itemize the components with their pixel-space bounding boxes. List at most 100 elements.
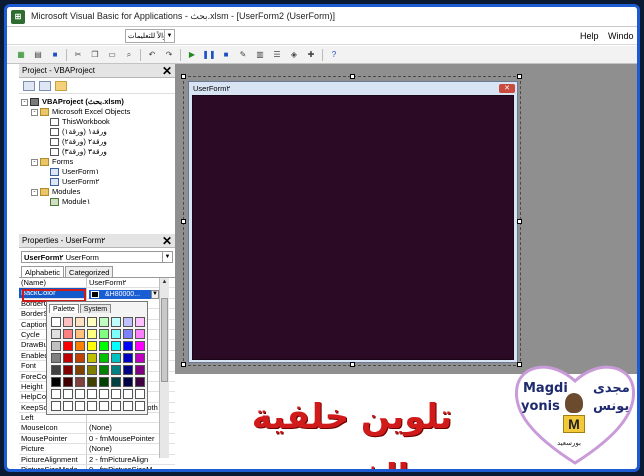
color-swatch[interactable] bbox=[111, 401, 121, 411]
color-swatch[interactable] bbox=[99, 401, 109, 411]
resize-handle[interactable] bbox=[517, 74, 522, 79]
tree-item[interactable]: ورقة٣ (ورقة٣) bbox=[21, 147, 175, 157]
properties-scrollbar[interactable]: ▲ bbox=[159, 278, 169, 458]
color-swatch[interactable] bbox=[135, 329, 145, 339]
color-swatch[interactable] bbox=[63, 341, 73, 351]
color-swatch[interactable] bbox=[51, 317, 61, 327]
color-swatch[interactable] bbox=[75, 389, 85, 399]
color-swatch[interactable] bbox=[135, 317, 145, 327]
color-swatch[interactable] bbox=[135, 389, 145, 399]
property-row[interactable]: PictureAlignment 2 - fmPictureAlign bbox=[19, 454, 175, 466]
view-object-icon[interactable] bbox=[39, 80, 51, 91]
color-swatch[interactable] bbox=[123, 341, 133, 351]
insert-userform-icon[interactable]: ▤ bbox=[32, 49, 44, 61]
color-swatch[interactable] bbox=[111, 329, 121, 339]
property-value[interactable]: 0 - fmPictureSizeM bbox=[87, 465, 159, 469]
color-swatch[interactable] bbox=[111, 341, 121, 351]
color-swatch[interactable] bbox=[111, 377, 121, 387]
color-swatch[interactable] bbox=[123, 317, 133, 327]
userform-window[interactable]: UserForm٢ ✕ bbox=[188, 81, 518, 363]
design-mode-icon[interactable]: ✎ bbox=[237, 49, 249, 61]
color-swatch[interactable] bbox=[75, 401, 85, 411]
resize-handle[interactable] bbox=[181, 74, 186, 79]
collapse-icon[interactable]: - bbox=[31, 158, 38, 166]
tab-system[interactable]: System bbox=[79, 304, 112, 313]
userform-client-area[interactable] bbox=[192, 95, 514, 360]
scroll-up-icon[interactable]: ▲ bbox=[161, 278, 168, 286]
object-browser-icon[interactable]: ◈ bbox=[288, 49, 300, 61]
color-swatch[interactable] bbox=[123, 353, 133, 363]
color-swatch[interactable] bbox=[123, 365, 133, 375]
color-swatch[interactable] bbox=[123, 389, 133, 399]
tab-alphabetic[interactable]: Alphabetic bbox=[21, 266, 65, 277]
color-swatch[interactable] bbox=[51, 329, 61, 339]
color-swatch[interactable] bbox=[123, 329, 133, 339]
reset-icon[interactable]: ■ bbox=[220, 49, 232, 61]
color-swatch[interactable] bbox=[123, 401, 133, 411]
tree-item[interactable]: Module١ bbox=[21, 197, 175, 207]
close-icon[interactable]: ✕ bbox=[162, 65, 172, 77]
color-swatch[interactable] bbox=[87, 317, 97, 327]
color-swatch[interactable] bbox=[51, 341, 61, 351]
color-swatch[interactable] bbox=[99, 377, 109, 387]
tree-item[interactable]: - Forms bbox=[21, 157, 175, 167]
save-icon[interactable]: ■ bbox=[49, 49, 61, 61]
tree-item[interactable]: ورقة٢ (ورقة٢) bbox=[21, 137, 175, 147]
color-swatch[interactable] bbox=[99, 341, 109, 351]
color-swatch[interactable] bbox=[51, 365, 61, 375]
property-value[interactable]: 0 - fmMousePointer bbox=[87, 434, 159, 443]
color-swatch[interactable] bbox=[87, 401, 97, 411]
color-swatch[interactable] bbox=[123, 377, 133, 387]
color-swatch[interactable] bbox=[135, 353, 145, 363]
tab-palette[interactable]: Palette bbox=[49, 304, 79, 313]
property-value[interactable]: 2 - fmPictureAlign bbox=[87, 455, 159, 464]
color-swatch[interactable] bbox=[135, 365, 145, 375]
color-swatch[interactable] bbox=[75, 317, 85, 327]
cut-icon[interactable]: ✂ bbox=[72, 49, 84, 61]
toolbox-icon[interactable]: ✚ bbox=[305, 49, 317, 61]
color-swatch[interactable] bbox=[63, 401, 73, 411]
color-swatch[interactable] bbox=[87, 353, 97, 363]
property-row[interactable]: (Name) UserForm٢ bbox=[19, 278, 175, 289]
tree-item[interactable]: UserForm٢ bbox=[21, 177, 175, 187]
help-search-dropdown-icon[interactable]: ▼ bbox=[165, 29, 175, 43]
color-swatch[interactable] bbox=[87, 365, 97, 375]
color-swatch[interactable] bbox=[135, 401, 145, 411]
color-swatch[interactable] bbox=[87, 377, 97, 387]
property-value[interactable]: (None) bbox=[87, 423, 159, 432]
color-swatch[interactable] bbox=[99, 365, 109, 375]
backcolor-dropdown-icon[interactable]: ▼ bbox=[151, 290, 159, 299]
resize-handle[interactable] bbox=[350, 74, 355, 79]
color-swatch[interactable] bbox=[87, 329, 97, 339]
property-row[interactable]: Picture (None) bbox=[19, 444, 175, 455]
color-swatch[interactable] bbox=[75, 377, 85, 387]
toggle-folders-icon[interactable] bbox=[55, 80, 67, 91]
color-swatch[interactable] bbox=[51, 377, 61, 387]
undo-icon[interactable]: ↶ bbox=[146, 49, 158, 61]
break-icon[interactable]: ❚❚ bbox=[202, 49, 215, 61]
project-explorer-icon[interactable]: ▥ bbox=[254, 49, 266, 61]
view-code-icon[interactable] bbox=[23, 80, 35, 91]
property-row[interactable]: MousePointer 0 - fmMousePointer bbox=[19, 433, 175, 445]
color-swatch[interactable] bbox=[87, 389, 97, 399]
menu-window[interactable]: Windo bbox=[608, 31, 634, 41]
property-value[interactable]: UserForm٢ bbox=[87, 278, 159, 287]
property-row[interactable]: PictureSizeMode 0 - fmPictureSizeM bbox=[19, 465, 175, 469]
collapse-icon[interactable]: - bbox=[31, 188, 38, 196]
color-swatch[interactable] bbox=[135, 377, 145, 387]
tree-item[interactable]: ThisWorkbook bbox=[21, 117, 175, 127]
tree-item[interactable]: UserForm١ bbox=[21, 167, 175, 177]
tree-item[interactable]: - Modules bbox=[21, 187, 175, 197]
tree-item[interactable]: - VBAProject (بحث.xlsm) bbox=[21, 97, 175, 107]
color-swatch[interactable] bbox=[51, 389, 61, 399]
object-selector[interactable]: UserForm٢ UserForm ▼ bbox=[21, 251, 173, 263]
color-swatch[interactable] bbox=[63, 377, 73, 387]
resize-handle[interactable] bbox=[181, 219, 186, 224]
color-swatch[interactable] bbox=[51, 401, 61, 411]
resize-handle[interactable] bbox=[181, 362, 186, 367]
copy-icon[interactable]: ❐ bbox=[89, 49, 101, 61]
find-icon[interactable]: ⌕ bbox=[123, 49, 135, 61]
color-swatch[interactable] bbox=[99, 353, 109, 363]
chevron-down-icon[interactable]: ▼ bbox=[162, 252, 172, 262]
color-swatch[interactable] bbox=[111, 389, 121, 399]
